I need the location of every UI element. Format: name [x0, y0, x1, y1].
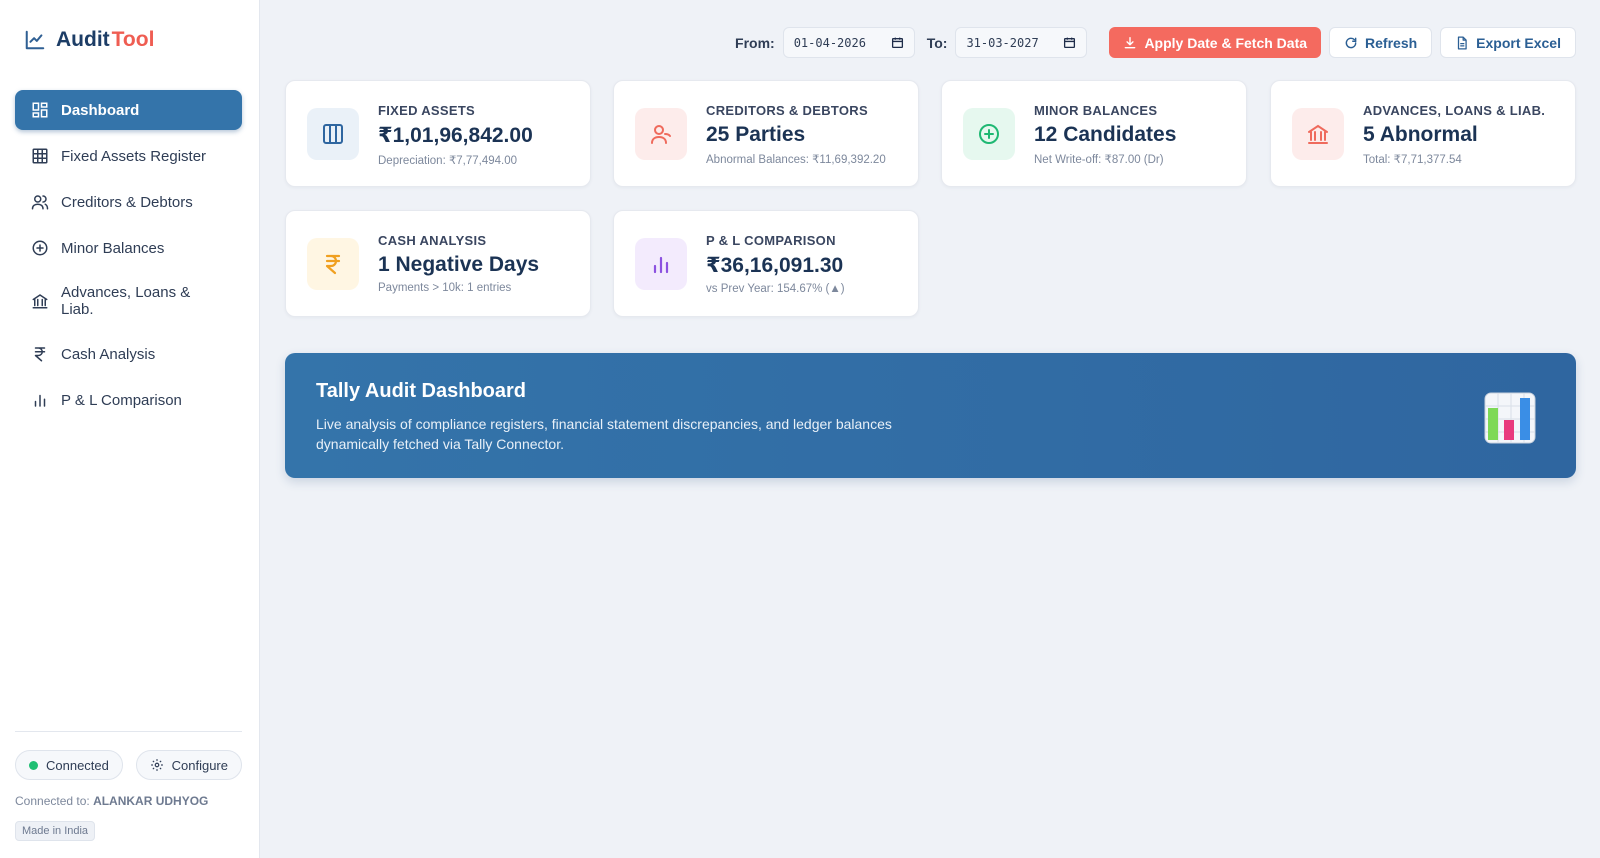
columns-icon — [323, 124, 343, 144]
card-pl-comparison[interactable]: P & L COMPARISON ₹36,16,091.30 vs Prev Y… — [613, 210, 919, 317]
card-creditors-debtors[interactable]: CREDITORS & DEBTORS 25 Parties Abnormal … — [613, 80, 919, 187]
download-icon — [1125, 36, 1136, 48]
sidebar-item-label: P & L Comparison — [61, 391, 182, 409]
banner-title: Tally Audit Dashboard — [316, 380, 527, 402]
grid-icon — [32, 148, 48, 164]
bar-chart-icon — [34, 394, 46, 407]
chart-emoji-icon — [1484, 392, 1536, 444]
apply-date-button[interactable]: Apply Date & Fetch Data — [1109, 27, 1322, 58]
sidebar-item-creditors-debtors[interactable]: Creditors & Debtors — [15, 182, 242, 222]
plus-circle-icon — [32, 240, 48, 256]
card-subtext: Net Write-off: ₹87.00 (Dr) — [1034, 154, 1164, 166]
sidebar: AuditTool Dashboard Fixed Assets Registe… — [0, 0, 260, 858]
card-cash-analysis[interactable]: CASH ANALYSIS 1 Negative Days Payments >… — [285, 210, 591, 317]
card-subtext: Depreciation: ₹7,77,494.00 — [378, 155, 518, 167]
rupee-icon — [325, 254, 341, 275]
file-icon — [1458, 36, 1467, 49]
card-value: 5 Abnormal — [1363, 123, 1478, 146]
sidebar-item-dashboard[interactable]: Dashboard — [15, 90, 242, 130]
rupee-icon — [34, 347, 46, 362]
sidebar-item-advances-loans[interactable]: Advances, Loans & Liab. — [15, 274, 242, 328]
card-subtext: Payments > 10k: 1 entries — [378, 282, 512, 294]
banner-description: Live analysis of compliance registers, f… — [316, 416, 892, 452]
calendar-icon[interactable] — [891, 36, 904, 49]
card-minor-balances[interactable]: MINOR BALANCES 12 Candidates Net Write-o… — [941, 80, 1247, 187]
card-advances-loans[interactable]: ADVANCES, LOANS & LIAB. 5 Abnormal Total… — [1270, 80, 1576, 187]
export-excel-label: Export Excel — [1476, 34, 1561, 51]
card-title: ADVANCES, LOANS & LIAB. — [1363, 103, 1546, 118]
brand-logo[interactable]: AuditTool — [24, 26, 154, 54]
sidebar-footer: Connected Configure Connected to: ALANKA… — [15, 731, 242, 841]
user-icon — [651, 125, 671, 144]
card-value: 25 Parties — [706, 123, 806, 146]
company-name: ALANKAR UDHYOG — [93, 794, 209, 808]
to-date-value: 31-03-2027 — [966, 35, 1039, 50]
from-date-input[interactable]: 01-04-2026 — [782, 27, 915, 58]
plus-circle-icon — [979, 124, 999, 144]
card-title: FIXED ASSETS — [378, 103, 476, 118]
card-title: P & L COMPARISON — [706, 233, 836, 248]
sidebar-item-label: Minor Balances — [61, 239, 165, 257]
to-date-input[interactable]: 31-03-2027 — [955, 27, 1088, 58]
connection-status-label: Connected — [46, 757, 109, 773]
sidebar-item-minor-balances[interactable]: Minor Balances — [15, 228, 242, 268]
sidebar-item-label: Cash Analysis — [61, 345, 156, 363]
brand-name-primary: Audit — [56, 28, 110, 51]
sidebar-item-cash-analysis[interactable]: Cash Analysis — [15, 334, 242, 374]
card-subtext: Abnormal Balances: ₹11,69,392.20 — [706, 154, 886, 166]
bank-icon — [1308, 124, 1328, 144]
sidebar-item-label: Fixed Assets Register — [61, 147, 207, 165]
users-icon — [31, 195, 49, 210]
bank-icon — [32, 294, 48, 309]
dashboard-banner: Tally Audit Dashboard Live analysis of c… — [285, 353, 1576, 478]
card-subtext: Total: ₹7,71,377.54 — [1363, 154, 1462, 166]
sidebar-item-label: Advances, Loans & Liab. — [61, 284, 191, 318]
refresh-button[interactable]: Refresh — [1329, 27, 1433, 58]
card-title: CREDITORS & DEBTORS — [706, 103, 868, 118]
dashboard-icon — [32, 102, 48, 118]
sidebar-item-pl-comparison[interactable]: P & L Comparison — [15, 380, 242, 420]
from-date-value: 01-04-2026 — [793, 35, 866, 50]
calendar-icon[interactable] — [1063, 36, 1076, 49]
card-icon-box — [307, 108, 359, 160]
configure-label: Configure — [171, 757, 228, 773]
card-fixed-assets[interactable]: FIXED ASSETS ₹1,01,96,842.00 Depreciatio… — [285, 80, 591, 187]
apply-date-label: Apply Date & Fetch Data — [1144, 34, 1308, 51]
card-title: CASH ANALYSIS — [378, 233, 487, 248]
sidebar-item-label: Dashboard — [61, 101, 140, 119]
bar-chart-icon — [653, 256, 669, 274]
sidebar-item-fixed-assets[interactable]: Fixed Assets Register — [15, 136, 242, 176]
export-excel-button[interactable]: Export Excel — [1440, 27, 1576, 58]
connected-company: Connected to: ALANKAR UDHYOG — [15, 794, 242, 808]
card-icon-box — [635, 238, 687, 290]
card-icon-box — [635, 108, 687, 160]
card-icon-box — [307, 238, 359, 290]
top-toolbar: From: 01-04-2026 To: 31-03-2027 Apply Da… — [731, 27, 1576, 58]
card-subtext: vs Prev Year: 154.67% (▲) — [706, 283, 845, 295]
from-label: From: — [735, 34, 775, 51]
trend-chart-icon — [25, 30, 45, 50]
made-in-badge: Made in India — [15, 821, 96, 841]
card-icon-box — [963, 108, 1015, 160]
connection-status: Connected — [15, 750, 123, 780]
refresh-label: Refresh — [1365, 34, 1418, 51]
card-value: ₹36,16,091.30 — [706, 254, 844, 277]
card-value: ₹1,01,96,842.00 — [378, 124, 533, 147]
card-title: MINOR BALANCES — [1034, 103, 1158, 118]
refresh-icon — [1345, 37, 1357, 48]
card-value: 1 Negative Days — [378, 253, 540, 276]
gear-icon — [150, 759, 163, 771]
status-dot-icon — [29, 760, 38, 770]
sidebar-item-label: Creditors & Debtors — [61, 193, 193, 211]
sidebar-nav: Dashboard Fixed Assets Register Creditor… — [15, 90, 242, 426]
brand-name-accent: Tool — [111, 28, 155, 51]
configure-button[interactable]: Configure — [135, 750, 242, 780]
card-icon-box — [1292, 108, 1344, 160]
card-value: 12 Candidates — [1034, 123, 1177, 146]
connected-to-label: Connected to: — [15, 794, 90, 808]
to-label: To: — [926, 34, 948, 51]
